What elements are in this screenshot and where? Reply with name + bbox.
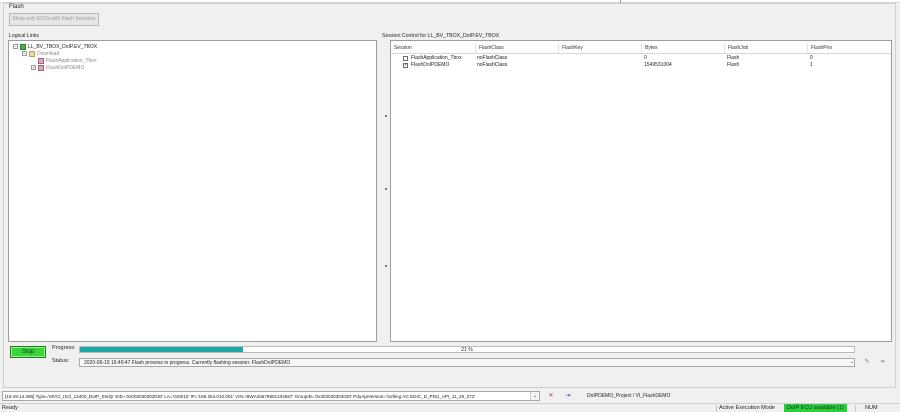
tree-label: FlashDoIPDEMO [46,64,85,71]
session-checkbox-checked[interactable]: ✓ [403,63,408,68]
progress-label: Progress: [52,345,76,351]
col-flashprio[interactable]: FlashPrio [807,43,891,53]
splitter-grip [385,265,387,267]
progress-percent: 21 % [461,347,473,353]
splitter-grip [385,115,387,117]
execution-mode-label: Active Execution Mode [719,405,775,411]
splitter-grip [385,188,387,190]
col-flashclass[interactable]: FlashClass [475,43,558,53]
session-table-header: Session FlashClass FlashKey Bytes FlashJ… [391,43,891,54]
stop-button[interactable]: Stop [10,346,46,358]
tools-icon[interactable]: ✎ [862,358,872,367]
session-control-label: Session Control for LL_BV_TBOX_DoIP.EV_T… [382,33,500,39]
chevron-down-icon[interactable]: ⌄ [848,358,856,367]
cell-session: FlashDoIPDEMO [411,62,450,68]
status-label: Status: [52,358,70,364]
session-checkbox[interactable] [403,56,408,61]
logical-links-tree[interactable]: − LL_BV_TBOX_DoIP.EV_TBOX − Download Fla… [8,40,377,342]
status-bar: Ready Active Execution Mode DoIP ECU ava… [0,403,900,412]
table-row[interactable]: ✓ FlashDoIPDEMO noFlashClass 1549531004 … [391,62,891,69]
tree-expander-icon[interactable]: + [31,65,36,70]
cell-flashjob: Flash [727,55,740,61]
tree-expander-icon[interactable]: − [22,51,27,56]
project-path: DoIPDEMO_Project / VI_FlashDEMO [587,393,671,399]
cell-flashprio: 1 [810,62,813,68]
show-only-ecus-button[interactable]: Show only ECUs with Flash Sessions [9,13,99,26]
col-flashkey[interactable]: FlashKey [558,43,641,53]
chevron-down-icon[interactable]: ⌄ [530,392,539,400]
green-ecu-icon [20,43,26,50]
connection-text: [16:49:14.388] Type='MVCI_ISO_13400_DoIP… [5,394,476,399]
panel-splitter[interactable] [382,30,390,342]
session-table[interactable] [390,40,892,342]
table-row[interactable]: FlashApplication_Tbox noFlashClass 0 Fla… [391,55,891,62]
tree-label: LL_BV_TBOX_DoIP.EV_TBOX [28,43,98,50]
connect-icon[interactable]: ⇥ [563,392,573,400]
logical-links-label: Logical Links [9,33,39,39]
tree-node-flashdoipdemo[interactable]: + FlashDoIPDEMO [31,64,84,71]
flash-session-icon [38,57,44,64]
folder-icon [29,50,35,57]
connection-combobox[interactable]: [16:49:14.388] Type='MVCI_ISO_13400_DoIP… [2,391,540,401]
separator [855,405,856,412]
tree-label: Download [37,50,60,57]
group-title: Flash [9,4,24,10]
cell-bytes: 0 [644,55,647,61]
num-indicator: NUM [865,405,878,411]
cell-flashclass: noFlashClass [477,62,508,68]
col-session[interactable]: Session [391,43,475,53]
col-flashjob[interactable]: FlashJob [724,43,807,53]
exit-icon[interactable]: ⇥ [877,358,887,367]
status-field: 2020-06-19 16:49:47 Flash process in pro… [79,358,855,367]
ready-text: Ready [2,405,18,411]
cell-flashprio: 0 [810,55,813,61]
disconnect-icon[interactable]: ✕ [546,392,556,400]
tree-node-flashapplication[interactable]: FlashApplication_Tbox [38,57,97,64]
execution-mode-badge: DoIP ECU available (1) [784,404,847,412]
tree-label: FlashApplication_Tbox [46,57,97,64]
cell-flashjob: Flash [727,62,740,68]
tree-node-logical-link[interactable]: − LL_BV_TBOX_DoIP.EV_TBOX [13,43,97,50]
tree-node-download[interactable]: − Download [22,50,59,57]
progress-bar: 21 % [79,346,855,353]
col-bytes[interactable]: Bytes [641,43,724,53]
flash-session-icon [38,64,44,71]
cell-bytes: 1549531004 [644,62,672,68]
cell-flashclass: noFlashClass [477,55,508,61]
tree-expander-icon[interactable]: − [13,44,18,49]
separator [716,405,717,412]
cell-session: FlashApplication_Tbox [411,55,462,61]
